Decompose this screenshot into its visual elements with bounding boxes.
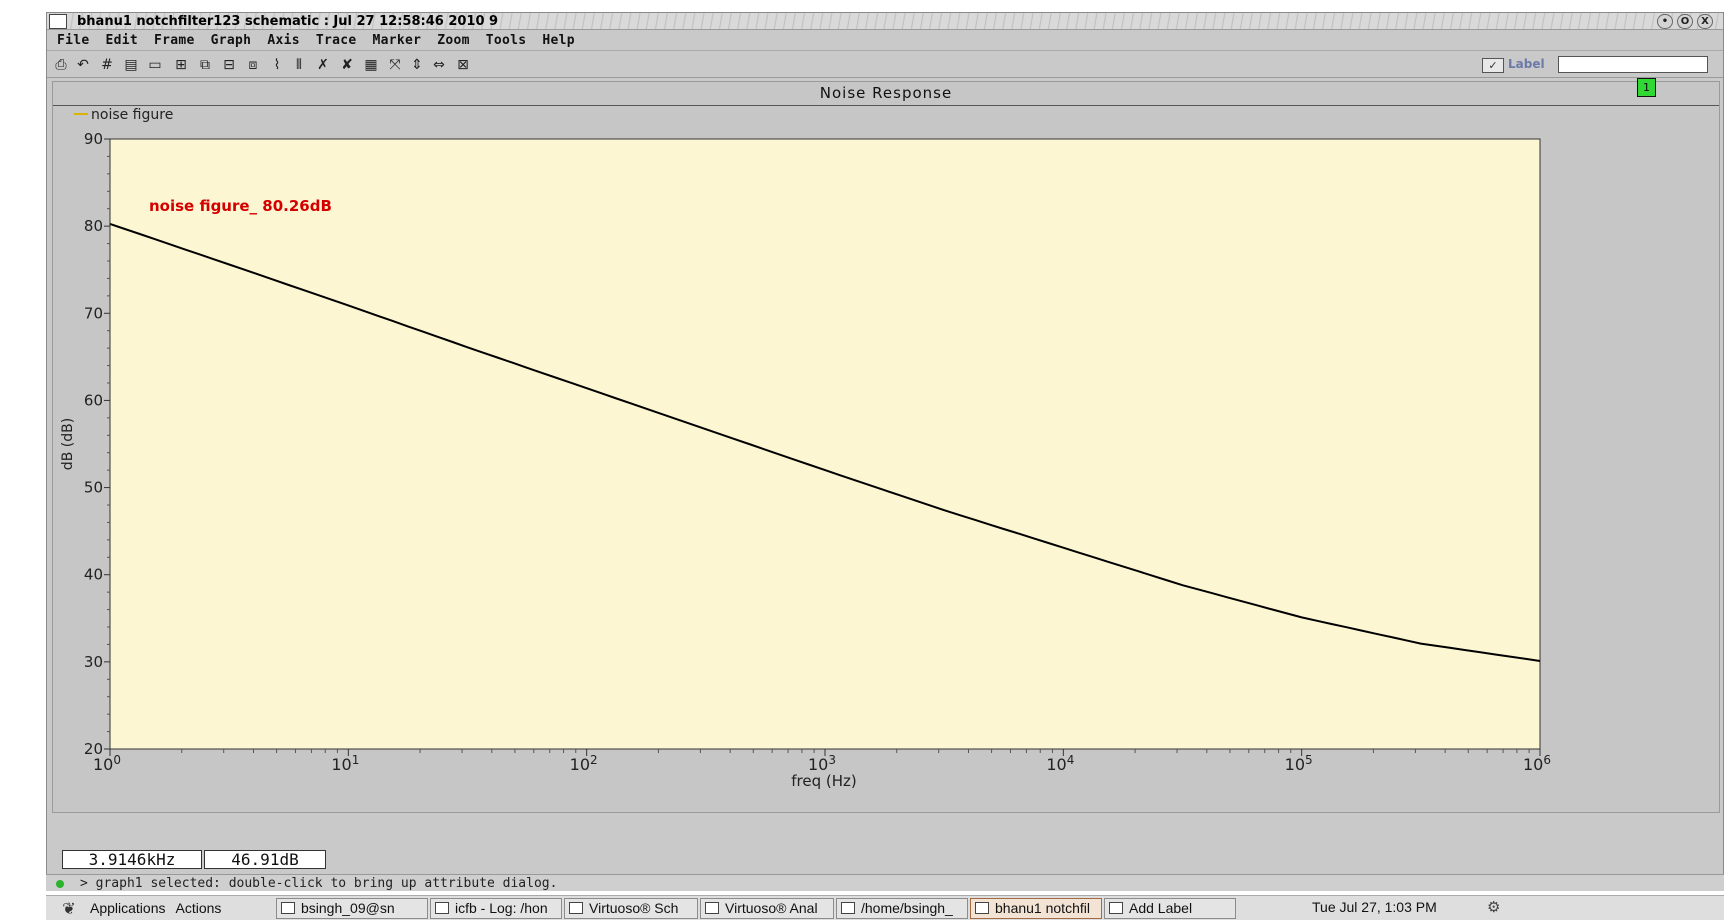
y-tick-label: 80 [84,217,103,235]
taskbar-button[interactable]: /home/bsingh_ [836,898,968,919]
x-axis-label: freq (Hz) [791,772,857,790]
legend-label: noise figure [91,107,173,123]
x-tick-label: 104 [1046,753,1074,774]
y-tick-label: 50 [84,479,103,497]
y-tick-label: 60 [84,391,103,409]
terminal-icon [281,902,295,914]
taskbar-button[interactable]: Virtuoso® Sch [564,898,698,919]
foot-icon[interactable]: ❦ [58,899,80,918]
status-text: > graph1 selected: double-click to bring… [80,876,558,891]
x-tick-label: 101 [331,753,359,774]
window-icon [569,902,583,914]
taskbar-button[interactable]: icfb - Log: /hon [430,898,562,919]
taskbar-button[interactable]: Virtuoso® Anal [700,898,834,919]
x-tick-label: 103 [808,753,836,774]
status-indicator-icon [56,880,64,888]
y-tick-label: 90 [84,130,103,148]
graph-number-badge[interactable]: 1 [1637,78,1656,97]
cursor-x-readout: 3.9146kHz [62,850,202,869]
plot-area [109,138,1541,750]
y-tick-label: 40 [84,566,103,584]
y-tick-label: 30 [84,653,103,671]
marker-annotation: noise figure_ 80.26dB [149,197,332,215]
window-icon [841,902,855,914]
network-tray-icon[interactable]: ⚙ [1487,898,1500,916]
cursor-y-readout: 46.91dB [204,850,326,869]
actions-menu[interactable]: Actions [176,900,222,916]
window-icon [975,902,989,914]
taskbar-button[interactable]: bsingh_09@sn [276,898,428,919]
window-icon [1109,902,1123,914]
window-icon [705,902,719,914]
y-tick-label: 70 [84,304,103,322]
x-tick-label: 106 [1523,753,1551,774]
taskbar-button[interactable]: Add Label [1104,898,1236,919]
x-tick-label: 100 [93,753,121,774]
taskbar-button-active[interactable]: bhanu1 notchfil [970,898,1102,919]
window-icon [435,902,449,914]
chart-svg[interactable]: 2030405060708090100 101 102 103 104 105 106fre… [0,0,1724,920]
x-tick-label: 105 [1285,753,1313,774]
clock[interactable]: Tue Jul 27, 1:03 PM [1312,899,1437,915]
applications-menu[interactable]: Applications [90,900,166,916]
status-bar: > graph1 selected: double-click to bring… [46,874,1724,891]
y-axis-label: dB (dB) [60,418,76,470]
taskbar: ❦ Applications Actions bsingh_09@sn icfb… [46,895,1724,920]
x-tick-label: 102 [570,753,598,774]
